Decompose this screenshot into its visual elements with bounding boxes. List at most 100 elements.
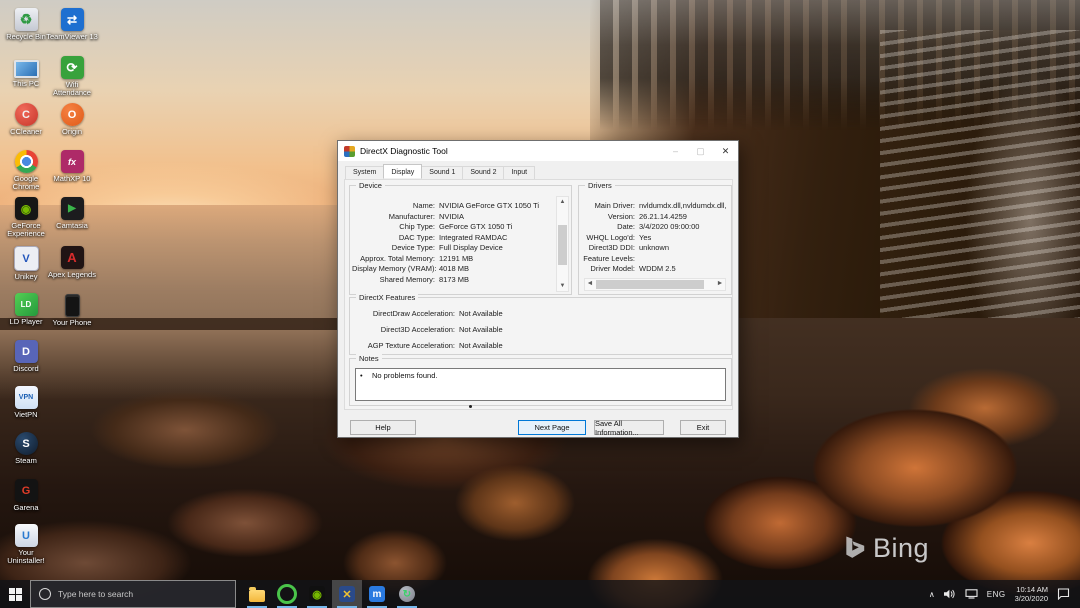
desktop-icon-this-pc[interactable]: This PC xyxy=(0,56,52,88)
your-uninstaller-icon: U xyxy=(15,524,38,547)
field-label: Driver Model: xyxy=(581,264,635,275)
scroll-left-icon[interactable]: ◄ xyxy=(585,279,595,290)
field-label: Manufacturer: xyxy=(352,212,435,223)
desktop-icon-apex-legends[interactable]: AApex Legends xyxy=(46,246,98,279)
device-row: Approx. Total Memory:12191 MB xyxy=(352,254,555,265)
directx-features-group-title: DirectX Features xyxy=(356,293,418,302)
field-label: Date: xyxy=(581,222,635,233)
wallpaper-trees xyxy=(600,0,1080,130)
minimize-button[interactable]: – xyxy=(663,141,688,161)
field-label: Name: xyxy=(352,201,435,212)
device-row: Chip Type:GeForce GTX 1050 Ti xyxy=(352,222,555,233)
messenger-icon: m xyxy=(369,586,385,602)
language-indicator[interactable]: ENG xyxy=(987,590,1006,599)
next-page-button[interactable]: Next Page xyxy=(518,420,586,435)
desktop-icon-wifi-attendance[interactable]: ⟳Wifi Attendance xyxy=(46,56,98,97)
field-value: unknown xyxy=(639,243,669,254)
desktop-icon-google-chrome[interactable]: Google Chrome xyxy=(0,150,52,191)
field-label: Feature Levels: xyxy=(581,254,635,265)
device-group-title: Device xyxy=(356,181,385,190)
driver-row: Version: 26.21.14.4259 xyxy=(581,212,727,223)
desktop-icon-discord[interactable]: DDiscord xyxy=(0,340,52,373)
desktop-icon-ld-player[interactable]: LDLD Player xyxy=(0,293,52,326)
teamviewer-icon: ⇄ xyxy=(61,8,84,31)
desktop-icon-label: Wifi Attendance xyxy=(46,81,98,97)
desktop-icon-steam[interactable]: SSteam xyxy=(0,432,52,465)
desktop-icon-camtasia[interactable]: ▶Camtasia xyxy=(46,197,98,230)
taskbar-app-dxdiag[interactable]: ✕ xyxy=(332,580,362,608)
steam-icon: S xyxy=(15,432,38,455)
desktop-icon-teamviewer[interactable]: ⇄TeamViewer 13 xyxy=(46,8,98,41)
drivers-info-list: Main Driver:nvldumdx.dll,nvldumdx.dll,nv… xyxy=(581,201,727,275)
field-value: 3/4/2020 09:00:00 xyxy=(639,222,699,233)
scrollbar-thumb[interactable] xyxy=(558,225,567,265)
device-row: DAC Type:Integrated RAMDAC xyxy=(352,233,555,244)
scroll-right-icon[interactable]: ► xyxy=(715,279,725,290)
discord-icon: D xyxy=(15,340,38,363)
desktop-icon-geforce-experience[interactable]: ◉GeForce Experience xyxy=(0,197,52,238)
geforce-experience-icon: ◉ xyxy=(15,197,38,220)
desktop-icon-label: Origin xyxy=(62,128,82,136)
desktop-icon-ccleaner[interactable]: CCCleaner xyxy=(0,103,52,136)
desktop-icon-unikey[interactable]: VUnikey xyxy=(0,246,52,281)
field-value: 26.21.14.4259 xyxy=(639,212,687,223)
directx-features-group: DirectX Features DirectDraw Acceleration… xyxy=(349,297,732,355)
field-value: Yes xyxy=(639,233,651,244)
desktop-icon-origin[interactable]: OOrigin xyxy=(46,103,98,136)
desktop-icon-label: LD Player xyxy=(10,318,43,326)
save-all-information-button[interactable]: Save All Information... xyxy=(594,420,664,435)
tab-sound1[interactable]: Sound 1 xyxy=(421,166,463,180)
field-label: Device Type: xyxy=(352,243,435,254)
help-button[interactable]: Help xyxy=(350,420,416,435)
network-icon[interactable] xyxy=(965,589,978,599)
note-text: No problems found. xyxy=(372,371,437,380)
desktop-icon-vietpn[interactable]: VPNVietPN xyxy=(0,386,52,419)
taskbar-app-system-care[interactable] xyxy=(272,580,302,608)
field-label: Shared Memory: xyxy=(352,275,435,286)
desktop-icon-mathxp[interactable]: fxMathXP 10 xyxy=(46,150,98,183)
taskbar-app-messenger[interactable]: m xyxy=(362,580,392,608)
taskbar-app-geforce-experience[interactable]: ◉ xyxy=(302,580,332,608)
desktop-icon-recycle-bin[interactable]: ♻Recycle Bin xyxy=(0,8,52,41)
close-button[interactable]: ✕ xyxy=(713,141,738,161)
desktop-icon-your-uninstaller[interactable]: UYour Uninstaller! xyxy=(0,524,52,565)
tab-input[interactable]: Input xyxy=(503,166,535,180)
title-bar[interactable]: DirectX Diagnostic Tool – ▢ ✕ xyxy=(338,141,738,161)
notes-textbox[interactable]: • No problems found. xyxy=(355,368,726,401)
scrollbar-thumb[interactable] xyxy=(596,280,704,289)
mathxp-icon: fx xyxy=(61,150,84,173)
device-vertical-scrollbar[interactable]: ▲ ▼ xyxy=(556,196,569,292)
desktop-icon-garena[interactable]: GGarena xyxy=(0,479,52,512)
field-value: NVIDIA GeForce GTX 1050 Ti xyxy=(439,201,539,212)
field-value: Not Available xyxy=(459,338,503,354)
geforce-experience-icon: ◉ xyxy=(309,586,325,602)
exit-button[interactable]: Exit xyxy=(680,420,726,435)
tray-expand-chevron-icon[interactable]: ∧ xyxy=(929,590,935,599)
start-button[interactable] xyxy=(0,580,30,608)
field-label: Version: xyxy=(581,212,635,223)
system-tray: ∧ ENG 10:14 AM 3/20/2020 xyxy=(929,585,1080,603)
volume-icon[interactable] xyxy=(944,589,956,599)
vietpn-icon: VPN xyxy=(15,386,38,409)
taskbar-clock[interactable]: 10:14 AM 3/20/2020 xyxy=(1015,585,1048,603)
tab-sound2[interactable]: Sound 2 xyxy=(462,166,504,180)
dxdiag-window: DirectX Diagnostic Tool – ▢ ✕ System Dis… xyxy=(337,140,739,438)
field-label: WHQL Logo'd: xyxy=(581,233,635,244)
taskbar-app-file-explorer[interactable] xyxy=(242,580,272,608)
scroll-down-icon[interactable]: ▼ xyxy=(557,281,568,291)
maximize-button[interactable]: ▢ xyxy=(688,141,713,161)
tab-display[interactable]: Display xyxy=(383,164,422,178)
field-value: nvldumdx.dll,nvldumdx.dll,nvldumdx.d xyxy=(639,201,727,212)
device-row: Manufacturer:NVIDIA xyxy=(352,212,555,223)
wallpaper-ice xyxy=(880,30,1080,450)
recycle-bin-icon: ♻ xyxy=(15,8,38,31)
tab-system[interactable]: System xyxy=(345,166,384,180)
window-title: DirectX Diagnostic Tool xyxy=(360,146,663,156)
scroll-up-icon[interactable]: ▲ xyxy=(557,197,568,207)
drivers-horizontal-scrollbar[interactable]: ◄ ► xyxy=(584,278,726,291)
taskbar-app-uninstaller[interactable]: ↻ xyxy=(392,580,422,608)
search-box[interactable]: Type here to search xyxy=(30,580,236,608)
action-center-icon[interactable] xyxy=(1057,588,1070,600)
page-indicator-dot xyxy=(469,405,472,408)
desktop-icon-your-phone[interactable]: Your Phone xyxy=(46,293,98,327)
